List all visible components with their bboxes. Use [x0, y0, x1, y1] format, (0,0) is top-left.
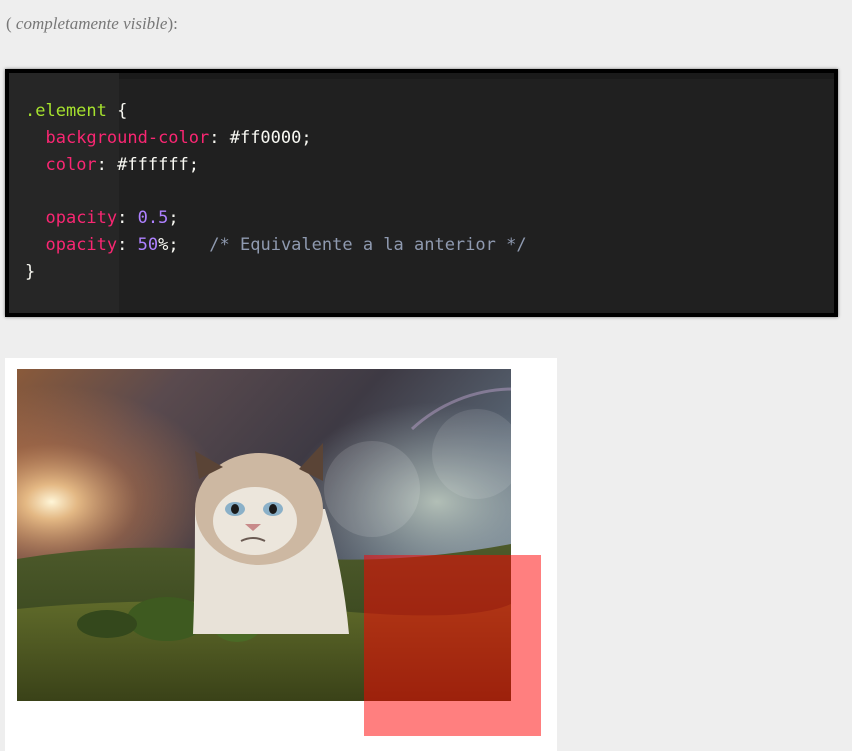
code-token-prop: background-color	[45, 127, 210, 148]
code-line: .element {	[25, 98, 527, 125]
code-token-plain: %;	[158, 234, 210, 255]
code-token-prop: opacity	[45, 208, 118, 229]
code-block: .element { background-color: #ff0000; co…	[5, 69, 838, 317]
code-topbar	[9, 73, 834, 79]
intro-paren-close: ):	[167, 14, 178, 33]
code-token-selector: .element	[25, 101, 107, 121]
code-token-plain: :	[117, 208, 138, 229]
code-token-comment: /* Equivalente a la anterior */	[209, 234, 527, 255]
opacity-demo-card	[5, 358, 557, 751]
code-token-plain: :	[117, 234, 138, 255]
code-token-plain: }	[25, 261, 36, 282]
intro-paren-open: (	[6, 14, 12, 33]
code-line: background-color: #ff0000;	[25, 125, 527, 152]
code-line: }	[25, 259, 527, 286]
code-token-plain: ;	[168, 208, 179, 229]
code-token-prop: opacity	[45, 234, 118, 255]
intro-emphasis: completamente visible	[15, 14, 168, 33]
code-token-plain: : #ff0000;	[209, 127, 312, 148]
code-lines: .element { background-color: #ff0000; co…	[25, 98, 527, 286]
code-line: opacity: 0.5;	[25, 205, 527, 232]
intro-text: ( completamente visible):	[6, 14, 178, 34]
code-token-num: 50	[137, 234, 159, 255]
code-token-num: 0.5	[137, 208, 169, 229]
code-line: color: #ffffff;	[25, 152, 527, 179]
red-half-opacity-square	[364, 555, 541, 736]
code-line: opacity: 50%; /* Equivalente a la anteri…	[25, 232, 527, 259]
code-token-plain: {	[106, 101, 128, 121]
code-token-prop: color	[45, 154, 97, 175]
code-token-plain: : #ffffff;	[96, 154, 200, 175]
